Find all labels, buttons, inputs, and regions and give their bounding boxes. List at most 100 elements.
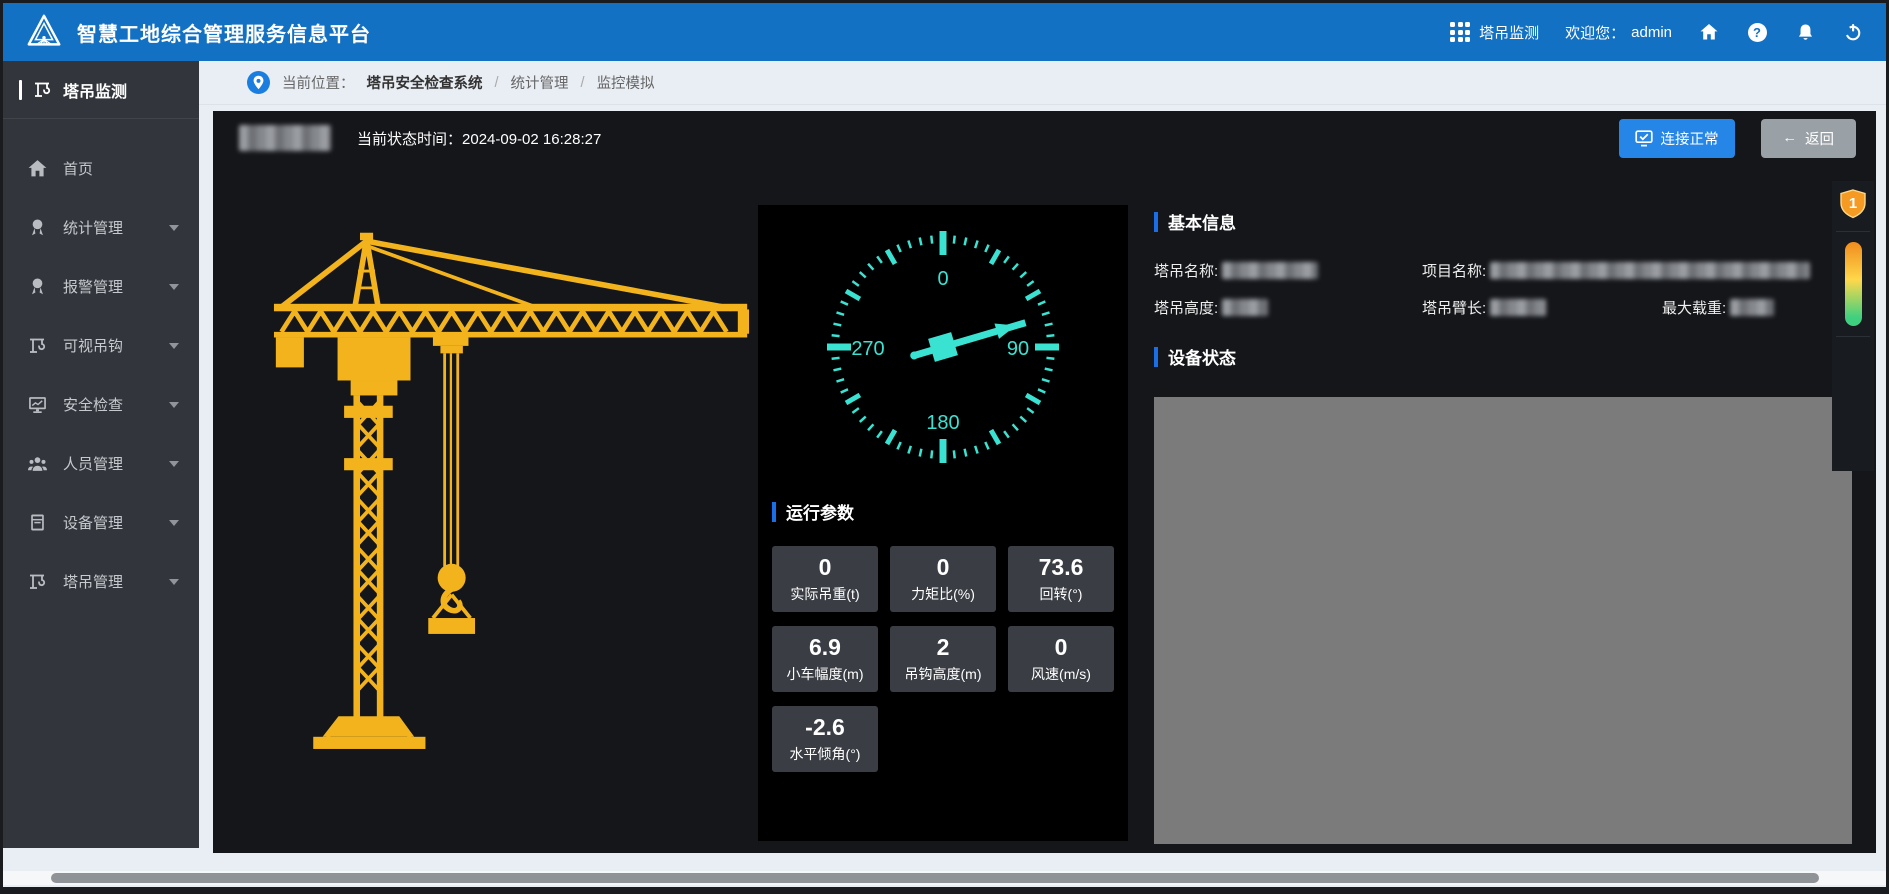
svg-text:180: 180 xyxy=(926,412,959,434)
device-box-icon xyxy=(27,512,48,533)
device-status-video-placeholder xyxy=(1154,397,1852,844)
monitoring-panel: 当前状态时间：2024-09-02 16:28:27 连接正常 ← 返回 xyxy=(213,111,1876,853)
running-params-header: 运行参数 xyxy=(772,499,1114,524)
rotation-compass-gauge: 0 90 180 270 xyxy=(772,207,1114,489)
sidebar-item-label: 人员管理 xyxy=(63,453,154,474)
connection-status-button[interactable]: 连接正常 xyxy=(1619,119,1735,158)
bottom-strip xyxy=(3,848,1886,887)
info-column: 基本信息 塔吊名称: 项目名称: xyxy=(1128,165,1876,853)
svg-text:0: 0 xyxy=(937,268,948,290)
crane-illustration-area xyxy=(213,165,758,853)
brand: 智慧工地综合管理服务信息平台 xyxy=(25,13,371,51)
chevron-down-icon xyxy=(169,225,179,231)
help-icon[interactable]: ? xyxy=(1746,21,1768,43)
app-switcher-crane-monitor[interactable]: 塔吊监测 xyxy=(1450,22,1539,43)
basic-info-header: 基本信息 xyxy=(1154,209,1856,234)
param-tile-load: 0实际吊重(t) xyxy=(772,546,878,612)
people-icon xyxy=(27,453,48,474)
logout-power-icon[interactable] xyxy=(1842,21,1864,43)
sidebar-item-home[interactable]: 首页 xyxy=(3,139,199,198)
divider xyxy=(1836,336,1870,337)
param-tile-trolley: 6.9小车幅度(m) xyxy=(772,626,878,692)
sidebar-item-equipment[interactable]: 设备管理 xyxy=(3,493,199,552)
shield-badge-count: 1 xyxy=(1839,189,1867,221)
arm-length-value-redacted xyxy=(1490,299,1546,316)
alarm-shield-badge[interactable]: 1 xyxy=(1839,189,1867,221)
content-area: 当前位置： 塔吊安全检查系统 / 统计管理 / 监控模拟 当前状态时间：2024… xyxy=(199,61,1886,848)
sidebar-item-visual-hook[interactable]: 可视吊钩 xyxy=(3,316,199,375)
sidebar-item-label: 可视吊钩 xyxy=(63,335,154,356)
welcome-label: 欢迎您： xyxy=(1565,22,1625,43)
breadcrumb-item-simulation[interactable]: 监控模拟 xyxy=(597,72,655,93)
chevron-down-icon xyxy=(169,520,179,526)
sidebar-menu: 首页 统计管理 报警管理 xyxy=(3,119,199,611)
section-accent-bar xyxy=(1154,347,1158,367)
project-name-value-redacted xyxy=(1490,262,1810,279)
home-icon[interactable] xyxy=(1698,21,1720,43)
camera-thumbnail[interactable] xyxy=(1838,347,1868,403)
breadcrumb-separator: / xyxy=(581,75,585,91)
breadcrumb-item-statistics[interactable]: 统计管理 xyxy=(511,72,569,93)
field-label: 最大载重: xyxy=(1662,297,1726,318)
running-params-tiles: 0实际吊重(t) 0力矩比(%) 73.6回转(°) 6.9小车幅度(m) xyxy=(772,546,1114,772)
breadcrumb-root: 塔吊安全检查系统 xyxy=(367,72,483,93)
breadcrumb-prefix: 当前位置： xyxy=(282,72,355,93)
top-header-bar: 智慧工地综合管理服务信息平台 塔吊监测 欢迎您： admin ? xyxy=(3,3,1886,61)
svg-text:270: 270 xyxy=(851,338,884,360)
sidebar-item-label: 设备管理 xyxy=(63,512,154,533)
param-tile-tilt: -2.6水平倾角(°) xyxy=(772,706,878,772)
app-switcher-label: 塔吊监测 xyxy=(1479,22,1539,43)
crane-height-value-redacted xyxy=(1222,299,1268,316)
sidebar-item-crane-management[interactable]: 塔吊管理 xyxy=(3,552,199,611)
monitor-check-icon xyxy=(1635,130,1653,147)
page-title: 智慧工地综合管理服务信息平台 xyxy=(77,18,371,47)
sidebar-item-safety-check[interactable]: 安全检查 xyxy=(3,375,199,434)
monitor-icon xyxy=(27,394,48,415)
username: admin xyxy=(1631,24,1672,41)
divider xyxy=(1836,231,1870,232)
back-arrow-icon: ← xyxy=(1783,130,1798,146)
apps-grid-icon xyxy=(1450,22,1470,42)
chevron-down-icon xyxy=(169,579,179,585)
svg-text:90: 90 xyxy=(1007,338,1029,360)
field-label: 塔吊高度: xyxy=(1154,297,1218,318)
home-icon xyxy=(27,158,48,179)
crane-icon xyxy=(32,79,53,100)
status-time: 当前状态时间：2024-09-02 16:28:27 xyxy=(357,128,601,149)
platform-logo-icon xyxy=(25,13,63,51)
chevron-down-icon xyxy=(169,461,179,467)
status-row: 当前状态时间：2024-09-02 16:28:27 连接正常 ← 返回 xyxy=(213,111,1876,165)
field-label: 塔吊臂长: xyxy=(1422,297,1486,318)
camera-thumbnail[interactable] xyxy=(1838,413,1868,463)
basic-info-fields: 塔吊名称: 项目名称: 塔吊高度: xyxy=(1154,260,1856,318)
device-status-header: 设备状态 xyxy=(1154,344,1856,369)
sidebar-item-label: 首页 xyxy=(63,158,179,179)
sidebar-item-personnel[interactable]: 人员管理 xyxy=(3,434,199,493)
tower-crane-illustration xyxy=(259,207,764,799)
back-button[interactable]: ← 返回 xyxy=(1761,119,1857,158)
field-label: 塔吊名称: xyxy=(1154,260,1218,281)
horizontal-scrollbar-track xyxy=(3,871,1886,885)
chevron-down-icon xyxy=(169,343,179,349)
sidebar-header: 塔吊监测 xyxy=(3,61,199,119)
sidebar: 塔吊监测 首页 统计管理 xyxy=(3,61,199,848)
section-accent-bar xyxy=(772,502,776,522)
chevron-down-icon xyxy=(169,284,179,290)
notification-bell-icon[interactable] xyxy=(1794,21,1816,43)
sidebar-item-label: 统计管理 xyxy=(63,217,154,238)
welcome-user: 欢迎您： admin xyxy=(1565,22,1672,43)
sidebar-item-alarms[interactable]: 报警管理 xyxy=(3,257,199,316)
field-label: 项目名称: xyxy=(1422,260,1486,281)
param-tile-wind: 0风速(m/s) xyxy=(1008,626,1114,692)
level-indicator-capsule xyxy=(1845,242,1862,326)
sidebar-item-statistics[interactable]: 统计管理 xyxy=(3,198,199,257)
medal-icon xyxy=(27,276,48,297)
horizontal-scrollbar-thumb[interactable] xyxy=(51,873,1819,883)
crane-hook-icon xyxy=(27,335,48,356)
edge-widget-strip: 1 xyxy=(1832,181,1874,471)
sidebar-item-label: 安全检查 xyxy=(63,394,154,415)
param-tile-moment: 0力矩比(%) xyxy=(890,546,996,612)
medal-icon xyxy=(27,217,48,238)
chevron-down-icon xyxy=(169,402,179,408)
param-tile-hook-height: 2吊钩高度(m) xyxy=(890,626,996,692)
